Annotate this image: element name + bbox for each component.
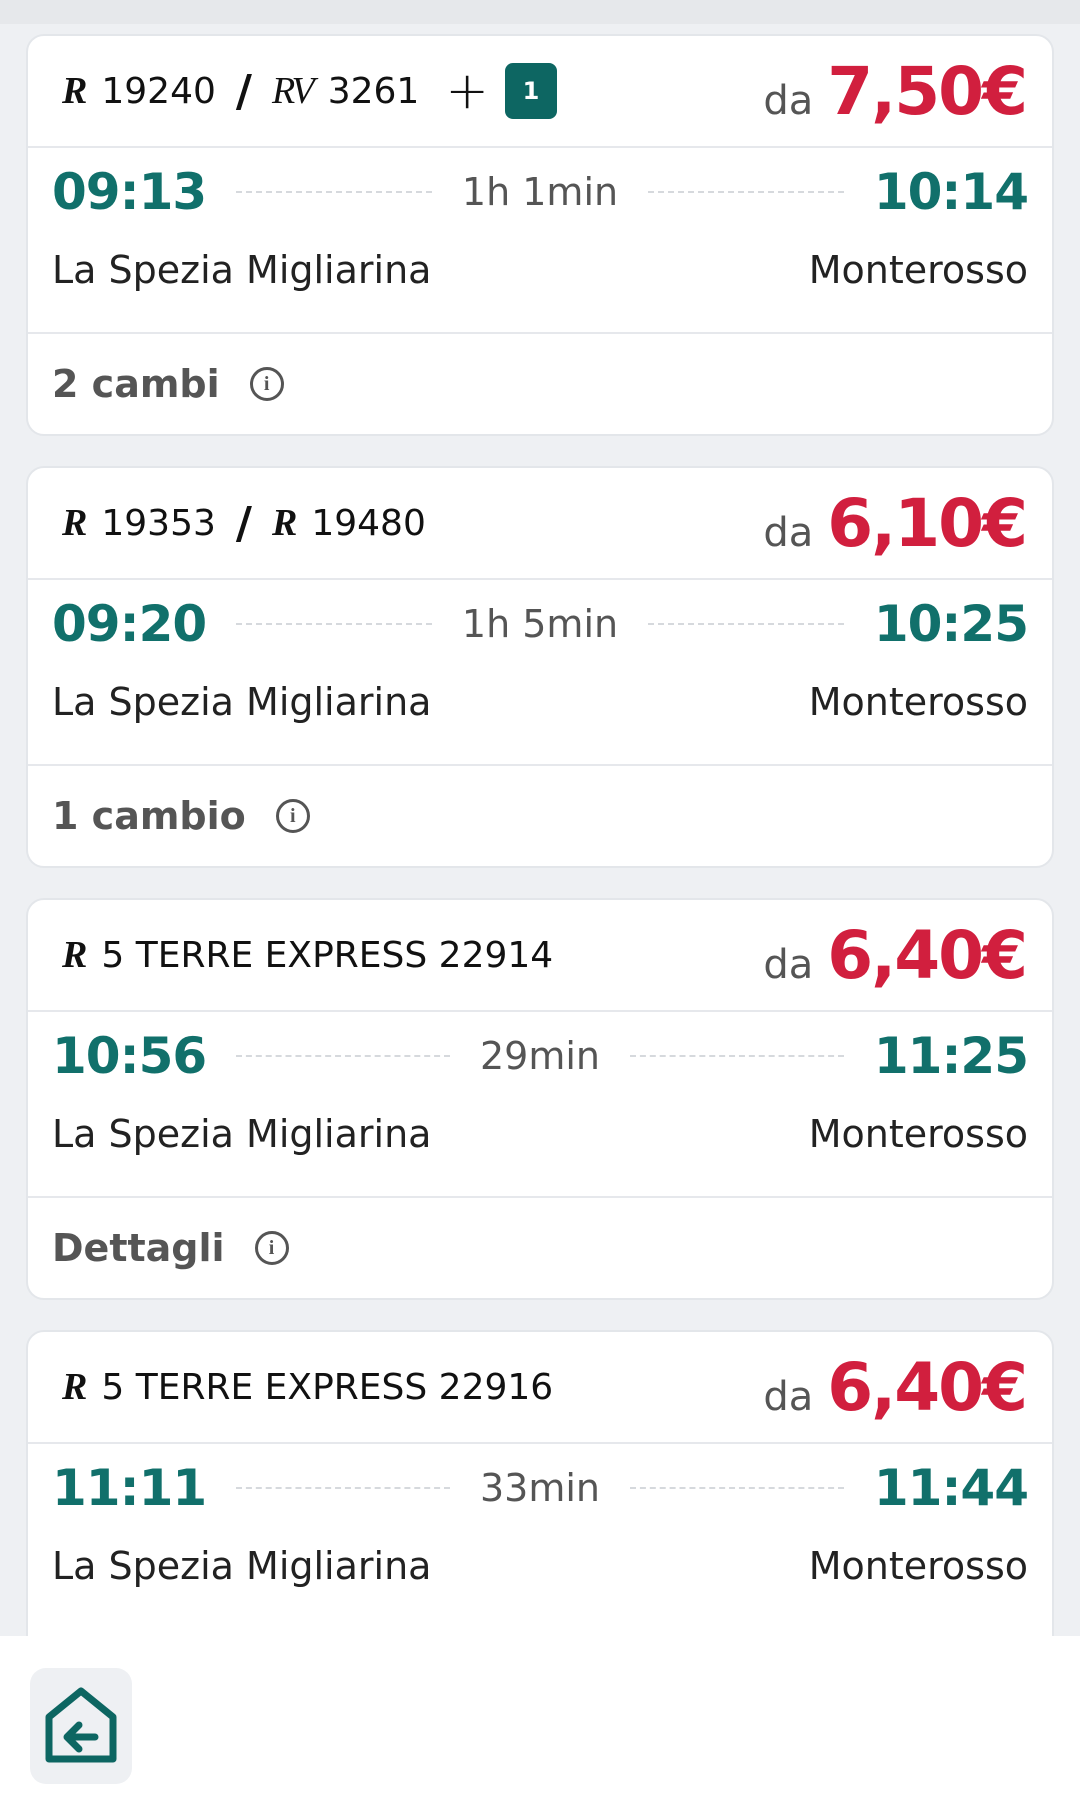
- info-icon[interactable]: i: [249, 367, 284, 401]
- arrival-time: 11:25: [873, 1027, 1029, 1085]
- result-card[interactable]: R 19240 / RV 3261 + 1 da 7,50€ 09:13 1h …: [26, 34, 1054, 436]
- train-number: 5 TERRE EXPRESS 22914: [101, 934, 554, 976]
- departure-station: La Spezia Migliarina: [52, 1112, 432, 1156]
- departure-station: La Spezia Migliarina: [52, 1544, 432, 1588]
- price-prefix: da: [763, 1373, 814, 1420]
- train-number: 5 TERRE EXPRESS 22916: [101, 1366, 554, 1408]
- times-row: 11:11 33min 11:44: [28, 1450, 1052, 1526]
- departure-time: 09:13: [52, 163, 207, 221]
- result-card[interactable]: R 19353 / R 19480 da 6,10€ 09:20 1h 5min…: [26, 466, 1054, 868]
- regionale-logo-icon: R: [62, 502, 87, 544]
- arrival-station: Monterosso: [808, 1112, 1028, 1156]
- top-shade: [0, 0, 1080, 24]
- train-list: R 19353 / R 19480: [62, 498, 426, 549]
- regionale-logo-icon: R: [62, 934, 87, 976]
- card-header: R 5 TERRE EXPRESS 22914 da 6,40€: [28, 900, 1052, 1012]
- divider: [236, 623, 432, 625]
- divider: [236, 1487, 450, 1489]
- regionale-veloce-logo-icon: RV: [271, 70, 315, 112]
- divider: [236, 1055, 450, 1057]
- details-label[interactable]: Dettagli: [52, 1226, 225, 1270]
- home-button[interactable]: [30, 1668, 132, 1784]
- train-number: 19353: [101, 502, 216, 544]
- duration: 1h 1min: [461, 170, 619, 214]
- changes-label[interactable]: 1 cambio: [52, 794, 246, 838]
- departure-time: 11:11: [52, 1459, 207, 1517]
- train-number: 19480: [311, 502, 426, 544]
- plus-icon: +: [445, 61, 489, 121]
- extra-trains-badge: 1: [504, 63, 557, 119]
- arrival-time: 11:44: [873, 1459, 1029, 1517]
- departure-time: 10:56: [52, 1027, 207, 1085]
- info-icon[interactable]: i: [275, 799, 310, 833]
- card-footer[interactable]: 1 cambio i: [28, 764, 1052, 866]
- separator: /: [235, 497, 252, 549]
- price-amount: 6,40€: [827, 916, 1028, 994]
- arrival-station: Monterosso: [808, 248, 1028, 292]
- price-prefix: da: [763, 941, 814, 988]
- stations-row: La Spezia Migliarina Monterosso: [28, 662, 1052, 742]
- card-header: R 19240 / RV 3261 + 1 da 7,50€: [28, 36, 1052, 148]
- divider: [236, 191, 432, 193]
- card-header: R 5 TERRE EXPRESS 22916 da 6,40€: [28, 1332, 1052, 1444]
- results-list: R 19240 / RV 3261 + 1 da 7,50€ 09:13 1h …: [0, 34, 1080, 1808]
- duration: 33min: [480, 1466, 601, 1510]
- arrival-station: Monterosso: [808, 680, 1028, 724]
- bottom-bar: [0, 1636, 1080, 1816]
- divider: [648, 623, 844, 625]
- train-list: R 5 TERRE EXPRESS 22916: [62, 1365, 553, 1409]
- divider: [630, 1487, 844, 1489]
- card-footer[interactable]: 2 cambi i: [28, 332, 1052, 434]
- train-list: R 19240 / RV 3261 + 1: [62, 61, 557, 121]
- departure-time: 09:20: [52, 595, 207, 653]
- train-number: 3261: [327, 70, 420, 112]
- price-prefix: da: [763, 509, 814, 556]
- price: da 6,40€: [763, 916, 1028, 994]
- home-exit-icon: [45, 1687, 117, 1763]
- regionale-logo-icon: R: [271, 502, 297, 544]
- departure-station: La Spezia Migliarina: [52, 680, 432, 724]
- arrival-station: Monterosso: [808, 1544, 1028, 1588]
- result-card[interactable]: R 5 TERRE EXPRESS 22914 da 6,40€ 10:56 2…: [26, 898, 1054, 1300]
- regionale-logo-icon: R: [62, 1366, 87, 1408]
- price: da 6,10€: [763, 484, 1028, 562]
- price-amount: 6,40€: [827, 1348, 1028, 1426]
- card-footer[interactable]: Dettagli i: [28, 1196, 1052, 1298]
- arrival-time: 10:14: [873, 163, 1029, 221]
- train-list: R 5 TERRE EXPRESS 22914: [62, 933, 553, 977]
- duration: 29min: [480, 1034, 601, 1078]
- departure-station: La Spezia Migliarina: [52, 248, 432, 292]
- regionale-logo-icon: R: [62, 70, 87, 112]
- price-prefix: da: [763, 77, 814, 124]
- arrival-time: 10:25: [873, 595, 1029, 653]
- price: da 7,50€: [763, 52, 1028, 130]
- changes-label[interactable]: 2 cambi: [52, 362, 220, 406]
- times-row: 09:20 1h 5min 10:25: [28, 586, 1052, 662]
- stations-row: La Spezia Migliarina Monterosso: [28, 1094, 1052, 1174]
- divider: [630, 1055, 844, 1057]
- price-amount: 6,10€: [827, 484, 1028, 562]
- duration: 1h 5min: [461, 602, 619, 646]
- train-number: 19240: [101, 70, 216, 112]
- divider: [648, 191, 844, 193]
- stations-row: La Spezia Migliarina Monterosso: [28, 1526, 1052, 1606]
- times-row: 09:13 1h 1min 10:14: [28, 154, 1052, 230]
- times-row: 10:56 29min 11:25: [28, 1018, 1052, 1094]
- price-amount: 7,50€: [827, 52, 1028, 130]
- separator: /: [235, 65, 252, 117]
- card-header: R 19353 / R 19480 da 6,10€: [28, 468, 1052, 580]
- stations-row: La Spezia Migliarina Monterosso: [28, 230, 1052, 310]
- info-icon[interactable]: i: [254, 1231, 289, 1265]
- price: da 6,40€: [763, 1348, 1028, 1426]
